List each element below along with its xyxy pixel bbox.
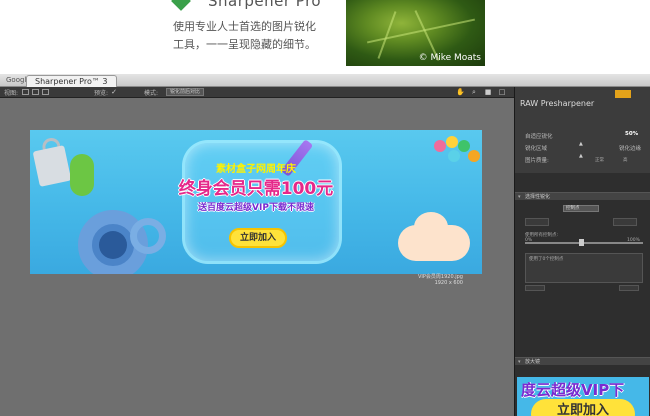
brand-chevron-icon	[171, 0, 191, 11]
photo-credit: © Mike Moats	[418, 53, 481, 63]
preview-checkbox[interactable]: ✓	[110, 88, 118, 96]
join-now-button: 立即加入	[229, 228, 287, 248]
adaptive-sharpening-label: 自适应锐化	[525, 134, 553, 140]
split-view-icon[interactable]	[32, 89, 39, 95]
quality-up-arrow-icon[interactable]: ▲	[579, 153, 583, 159]
mode-label: 模式:	[144, 90, 159, 97]
browser-tab-bar: Google Sharpener Pro™ 3	[0, 74, 650, 87]
sharpen-edges-label: 锐化边缘	[619, 146, 642, 152]
loupe-toggle-icon[interactable]: ▾	[518, 358, 521, 366]
control-point-list-text: 使用了0个控制点	[529, 257, 564, 262]
screenshot-root: Sharpener Pro 使用专业人士首选的图片锐化 工具，一一呈现隐藏的细节…	[0, 0, 650, 416]
loupe-preview[interactable]: 度云超级VIP下 立即加入	[517, 377, 649, 416]
nik-logo	[615, 90, 631, 98]
sharpen-areas-label: 锐化区域	[525, 146, 548, 152]
small-gear-icon	[130, 218, 166, 254]
product-name: Sharpener Pro	[208, 0, 322, 10]
area-up-arrow-icon[interactable]: ▲	[579, 141, 583, 147]
promo-description-line1: 使用专业人士首选的图片锐化	[173, 20, 316, 33]
image-caption: VIP会员周1920.jpg 1920 x 600	[418, 274, 463, 286]
tab-sharpener-pro[interactable]: Sharpener Pro™ 3	[26, 75, 117, 87]
loupe-text: 度云超级VIP下	[521, 381, 625, 399]
range-slider-knob[interactable]	[579, 239, 584, 246]
zoom-tool-icon[interactable]: ⌕	[470, 88, 478, 96]
gear-center	[99, 231, 127, 259]
image-dimensions: 1920 x 600	[434, 280, 463, 286]
control-point-list[interactable]: 使用了0个控制点	[525, 253, 643, 283]
loupe-section[interactable]: ▾ 放大镜	[515, 357, 650, 365]
quality-high-radio[interactable]: 高	[623, 157, 628, 163]
promo-description-line2: 工具，一一呈现隐藏的细节。	[173, 38, 316, 51]
image-quality-label: 图片质量:	[525, 158, 549, 164]
selective-sharpening-title: 选择性锐化	[525, 194, 551, 200]
background-color-icon[interactable]: ■	[484, 88, 492, 96]
loupe-title: 放大镜	[525, 359, 541, 365]
selective-sharpening-section[interactable]: ▾ 选择性锐化	[515, 192, 650, 200]
view-label: 视图:	[4, 90, 19, 97]
promo-header: Sharpener Pro 使用专业人士首选的图片锐化 工具，一一呈现隐藏的细节…	[0, 0, 650, 72]
range-slider[interactable]	[525, 242, 643, 244]
leaf-photo: © Mike Moats	[346, 0, 485, 66]
presharpener-header: RAW Presharpener 自适应锐化 50% 锐化区域 ▲ 锐化边缘 图…	[515, 87, 650, 173]
single-view-icon[interactable]	[22, 89, 29, 95]
loupe-button: 立即加入	[531, 399, 635, 416]
banner-subline: 送百度云超级VIP下载不限速	[198, 203, 314, 213]
hand-tool-icon[interactable]: ✋	[456, 88, 465, 96]
preview-toolbar: 视图: 预览: ✓ 模式: 锐化前后对比 ✋ ⌕ ■ □	[0, 87, 514, 98]
adaptive-sharpening-value[interactable]: 50%	[625, 131, 638, 137]
banner-headline: 终身会员只需100元	[178, 179, 334, 199]
control-point-select[interactable]: 控制点	[563, 205, 599, 212]
remove-control-point-button[interactable]	[613, 218, 637, 226]
list-button-right[interactable]	[619, 285, 639, 291]
section-toggle-icon[interactable]: ▾	[518, 193, 521, 201]
settings-panel: RAW Presharpener 自适应锐化 50% 锐化区域 ▲ 锐化边缘 图…	[514, 87, 650, 416]
banner-line1: 素材盒子网周年庆	[216, 164, 296, 175]
preview-label: 预览:	[94, 90, 109, 97]
list-button-left[interactable]	[525, 285, 545, 291]
panel-title: RAW Presharpener	[520, 99, 595, 108]
background-color-icon-2[interactable]: □	[498, 88, 506, 96]
side-by-side-view-icon[interactable]	[42, 89, 49, 95]
cloud-icon	[398, 225, 470, 261]
add-control-point-button[interactable]	[525, 218, 549, 226]
mode-select[interactable]: 锐化前后对比	[166, 88, 205, 96]
banner-image: 素材盒子网周年庆 终身会员只需100元 送百度云超级VIP下载不限速 立即加入	[30, 130, 482, 274]
quality-low-radio[interactable]: 正常	[595, 157, 604, 163]
